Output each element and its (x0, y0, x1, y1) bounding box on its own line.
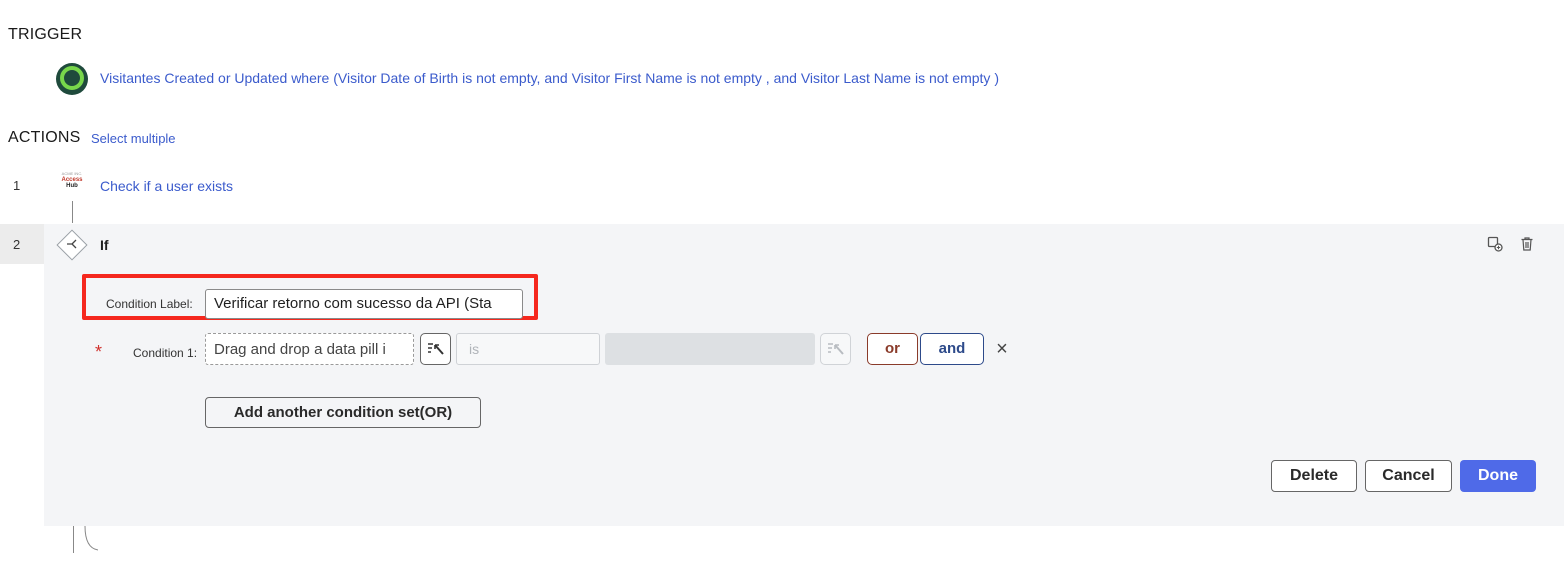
and-button[interactable]: and (920, 333, 984, 365)
data-pill-picker-icon (827, 343, 844, 355)
required-marker: * (95, 342, 103, 362)
step-number: 1 (13, 178, 21, 193)
trigger-section-title: TRIGGER (8, 26, 83, 43)
operator-select[interactable]: is (456, 333, 600, 365)
flow-connector-line (73, 526, 74, 553)
data-pill-picker-button[interactable] (420, 333, 451, 365)
step-connector (72, 201, 73, 223)
duplicate-icon[interactable] (1487, 236, 1503, 252)
action-step-link[interactable]: Check if a user exists (100, 178, 233, 194)
if-step-title: If (100, 237, 109, 253)
cancel-button[interactable]: Cancel (1365, 460, 1452, 492)
trigger-summary-link[interactable]: Visitantes Created or Updated where (Vis… (100, 70, 999, 86)
record-trigger-icon (56, 63, 88, 95)
step-number: 2 (13, 237, 21, 252)
condition-1-title: Condition 1: (133, 346, 198, 360)
done-button[interactable]: Done (1460, 460, 1536, 492)
or-button[interactable]: or (867, 333, 918, 365)
step-number-column (0, 224, 44, 264)
value-picker-button (820, 333, 851, 365)
add-condition-set-button[interactable]: Add another condition set(OR) (205, 397, 481, 428)
access-hub-logo-icon: ACME INC. Access Hub (61, 171, 83, 189)
data-pill-picker-icon (427, 343, 444, 355)
flow-branch-curve (84, 525, 114, 556)
select-multiple-link[interactable]: Select multiple (91, 131, 176, 146)
trash-icon[interactable] (1519, 236, 1535, 252)
remove-condition-icon[interactable]: × (994, 338, 1010, 360)
condition-label-title: Condition Label: (106, 297, 193, 311)
data-pill-drop-field[interactable]: Drag and drop a data pill i (205, 333, 414, 365)
branch-glyph-icon (64, 236, 80, 252)
delete-button[interactable]: Delete (1271, 460, 1357, 492)
value-field-disabled (605, 333, 815, 365)
condition-label-input[interactable]: Verificar retorno com sucesso da API (St… (205, 289, 523, 319)
actions-section-title: ACTIONS (8, 129, 81, 146)
